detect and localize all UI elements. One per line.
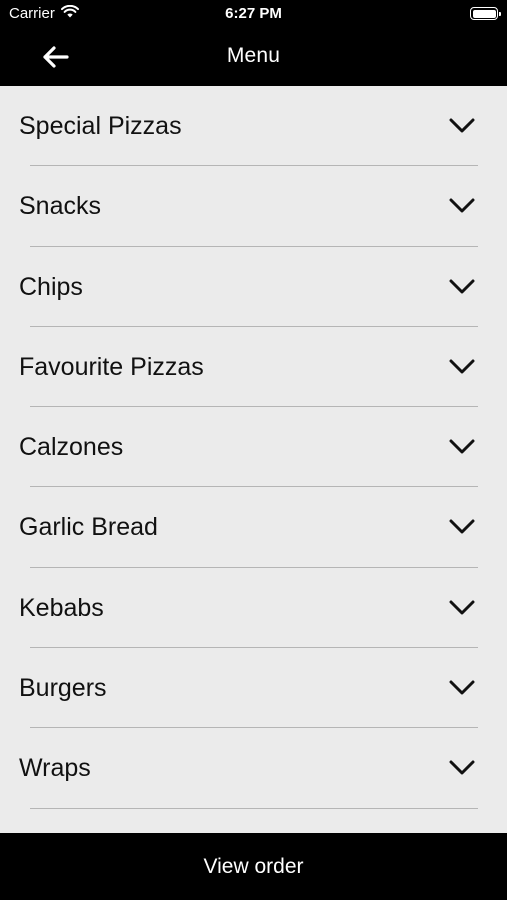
chevron-down-icon — [447, 355, 477, 379]
menu-category-label: Burgers — [19, 674, 107, 703]
menu-category-label: Garlic Bread — [19, 513, 158, 542]
status-time: 6:27 PM — [225, 5, 282, 22]
menu-category-label: Favourite Pizzas — [19, 352, 204, 381]
view-order-label: View order — [203, 854, 304, 878]
battery-icon — [470, 7, 501, 20]
menu-category-item[interactable]: Snacks — [0, 166, 507, 247]
battery-fill — [472, 9, 496, 18]
chevron-down-icon — [447, 756, 477, 780]
menu-category-item[interactable]: Burgers — [0, 648, 507, 729]
menu-category-item[interactable]: Calzones — [0, 407, 507, 488]
chevron-down-icon — [447, 194, 477, 218]
screen: Carrier 6:27 PM Menu Special Pizzas Snac… — [0, 0, 507, 900]
menu-category-item[interactable]: Special Pizzas — [0, 86, 507, 167]
menu-category-item[interactable]: Favourite Pizzas — [0, 327, 507, 408]
chevron-down-icon — [447, 676, 477, 700]
menu-category-list: Special Pizzas Snacks Chips Favourite Pi… — [0, 86, 507, 833]
menu-category-item[interactable]: Garlic Bread — [0, 487, 507, 568]
page-title: Menu — [226, 44, 281, 67]
menu-category-item[interactable]: Kebabs — [0, 568, 507, 649]
view-order-button[interactable]: View order — [0, 833, 507, 900]
status-bar: Carrier 6:27 PM — [0, 0, 507, 28]
chevron-down-icon — [447, 596, 477, 620]
menu-category-label: Calzones — [19, 433, 124, 462]
menu-category-label: Kebabs — [19, 593, 104, 622]
menu-category-item[interactable]: Wraps — [0, 728, 507, 809]
chevron-down-icon — [447, 515, 477, 539]
menu-category-item[interactable]: Chips — [0, 247, 507, 327]
menu-category-label: Snacks — [19, 192, 101, 221]
menu-category-label: Wraps — [19, 754, 91, 783]
menu-category-label: Chips — [19, 272, 83, 301]
chevron-down-icon — [447, 114, 477, 138]
nav-bar: Menu — [0, 28, 507, 86]
divider — [30, 807, 478, 809]
menu-category-label: Special Pizzas — [19, 112, 182, 140]
chevron-down-icon — [447, 435, 477, 459]
chevron-down-icon — [447, 275, 477, 299]
